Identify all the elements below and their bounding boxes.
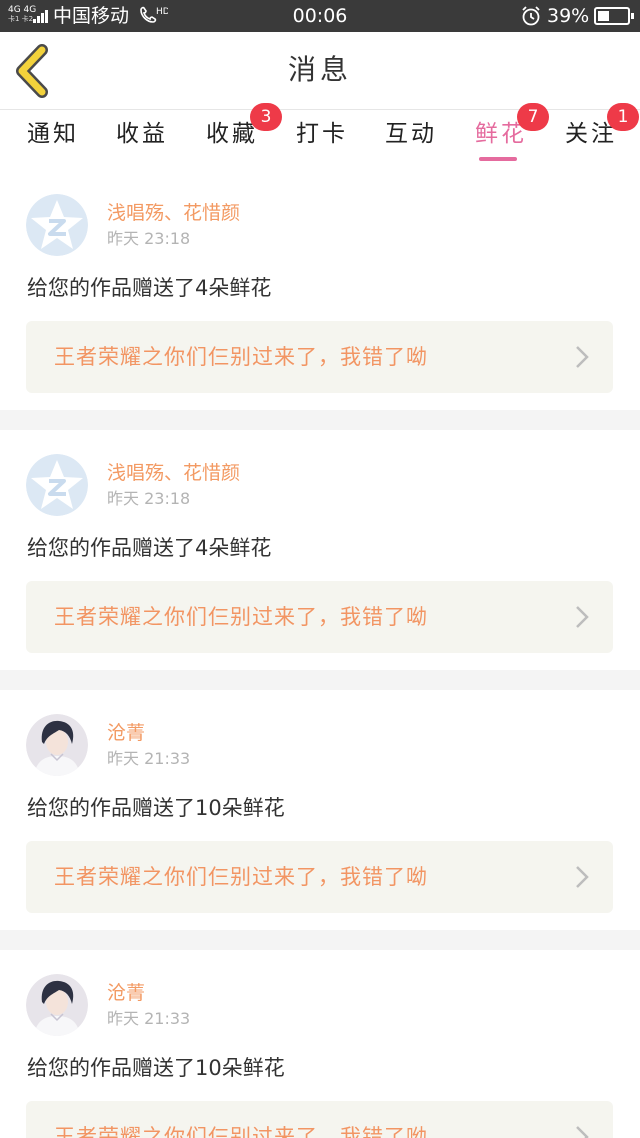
card-divider bbox=[0, 410, 640, 430]
tab-label: 打卡 bbox=[296, 121, 348, 147]
message-list: 浅唱殇、花惜颜 昨天 23:18 给您的作品赠送了4朵鲜花 王者荣耀之你们仨别过… bbox=[0, 170, 640, 1138]
message-text: 给您的作品赠送了10朵鲜花 bbox=[27, 1056, 285, 1080]
nav-header: 消息 bbox=[0, 32, 640, 110]
avatar[interactable] bbox=[26, 714, 88, 776]
card-divider bbox=[0, 670, 640, 690]
battery-percent: 39% bbox=[547, 5, 590, 27]
tab-badge: 7 bbox=[517, 103, 549, 131]
message-card: 沧菁 昨天 21:33 给您的作品赠送了10朵鲜花 王者荣耀之你们仨别过来了，我… bbox=[0, 950, 640, 1138]
tab-label: 收益 bbox=[116, 121, 168, 147]
avatar[interactable] bbox=[26, 974, 88, 1036]
active-tab-indicator bbox=[479, 157, 517, 161]
tab-interact[interactable]: 互动 bbox=[385, 111, 445, 166]
tab-badge: 1 bbox=[607, 103, 639, 131]
battery-fill bbox=[598, 11, 609, 21]
tab-follow[interactable]: 关注 1 bbox=[565, 103, 640, 166]
battery-icon bbox=[594, 7, 634, 25]
default-z-avatar-icon bbox=[26, 194, 88, 256]
work-link[interactable]: 王者荣耀之你们仨别过来了，我错了呦 bbox=[26, 1101, 613, 1138]
tab-label: 互动 bbox=[385, 121, 437, 147]
anime-portrait-avatar-icon bbox=[26, 714, 88, 776]
username[interactable]: 浅唱殇、花惜颜 bbox=[107, 200, 240, 226]
work-title: 王者荣耀之你们仨别过来了，我错了呦 bbox=[54, 1125, 428, 1138]
username[interactable]: 沧菁 bbox=[107, 720, 145, 746]
work-title: 王者荣耀之你们仨别过来了，我错了呦 bbox=[54, 865, 428, 889]
chevron-right-icon bbox=[576, 1126, 589, 1138]
clock: 00:06 bbox=[292, 5, 348, 27]
status-bar: 4G 4G 卡1 卡2 中国移动 HD 00:06 39% bbox=[0, 0, 640, 32]
messages-screen: 4G 4G 卡1 卡2 中国移动 HD 00:06 39% 消息 通知 收益 收… bbox=[0, 0, 640, 1138]
message-time: 昨天 21:33 bbox=[107, 749, 191, 768]
tab-label: 收藏 bbox=[206, 121, 258, 147]
tab-badge: 3 bbox=[250, 103, 282, 131]
avatar[interactable] bbox=[26, 454, 88, 516]
tab-checkin[interactable]: 打卡 bbox=[296, 111, 356, 166]
tab-bar: 通知 收益 收藏 3 打卡 互动 鲜花 7 关注 1 bbox=[0, 103, 640, 166]
alarm-icon bbox=[520, 5, 542, 27]
message-text: 给您的作品赠送了10朵鲜花 bbox=[27, 796, 285, 820]
chevron-right-icon bbox=[576, 346, 589, 368]
tab-label: 通知 bbox=[27, 121, 79, 147]
username[interactable]: 浅唱殇、花惜颜 bbox=[107, 460, 240, 486]
message-time: 昨天 23:18 bbox=[107, 489, 191, 508]
chevron-right-icon bbox=[576, 606, 589, 628]
message-card: 浅唱殇、花惜颜 昨天 23:18 给您的作品赠送了4朵鲜花 王者荣耀之你们仨别过… bbox=[0, 170, 640, 410]
tab-notify[interactable]: 通知 bbox=[27, 111, 87, 166]
message-text: 给您的作品赠送了4朵鲜花 bbox=[27, 276, 272, 300]
work-link[interactable]: 王者荣耀之你们仨别过来了，我错了呦 bbox=[26, 581, 613, 653]
message-time: 昨天 23:18 bbox=[107, 229, 191, 248]
work-link[interactable]: 王者荣耀之你们仨别过来了，我错了呦 bbox=[26, 841, 613, 913]
avatar[interactable] bbox=[26, 194, 88, 256]
work-title: 王者荣耀之你们仨别过来了，我错了呦 bbox=[54, 605, 428, 629]
message-time: 昨天 21:33 bbox=[107, 1009, 191, 1028]
message-card: 沧菁 昨天 21:33 给您的作品赠送了10朵鲜花 王者荣耀之你们仨别过来了，我… bbox=[0, 690, 640, 930]
message-text: 给您的作品赠送了4朵鲜花 bbox=[27, 536, 272, 560]
work-title: 王者荣耀之你们仨别过来了，我错了呦 bbox=[54, 345, 428, 369]
tab-flowers[interactable]: 鲜花 7 bbox=[475, 103, 555, 166]
tab-earnings[interactable]: 收益 bbox=[116, 111, 176, 166]
message-card: 浅唱殇、花惜颜 昨天 23:18 给您的作品赠送了4朵鲜花 王者荣耀之你们仨别过… bbox=[0, 430, 640, 670]
work-link[interactable]: 王者荣耀之你们仨别过来了，我错了呦 bbox=[26, 321, 613, 393]
anime-portrait-avatar-icon bbox=[26, 974, 88, 1036]
tab-favorites[interactable]: 收藏 3 bbox=[206, 103, 286, 166]
page-title: 消息 bbox=[287, 53, 352, 86]
username[interactable]: 沧菁 bbox=[107, 980, 145, 1006]
chevron-right-icon bbox=[576, 866, 589, 888]
default-z-avatar-icon bbox=[26, 454, 88, 516]
card-divider bbox=[0, 930, 640, 950]
